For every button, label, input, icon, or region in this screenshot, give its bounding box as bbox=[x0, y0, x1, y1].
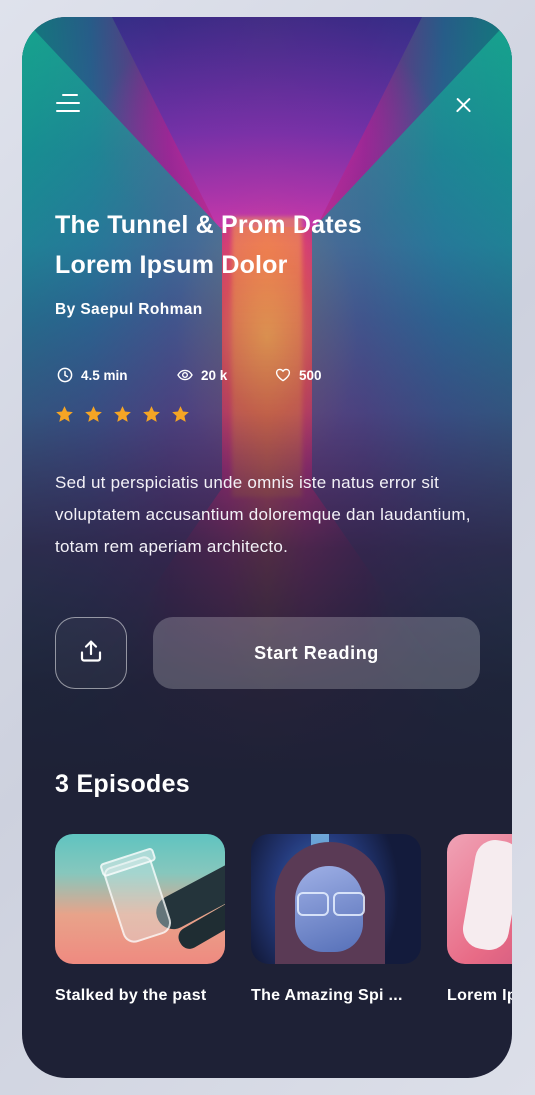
clock-icon bbox=[57, 367, 73, 383]
likes-value: 500 bbox=[299, 367, 322, 383]
start-reading-button[interactable]: Start Reading bbox=[153, 617, 480, 689]
episodes-heading: 3 Episodes bbox=[55, 770, 190, 798]
author-name: By Saepul Rohman bbox=[55, 301, 203, 318]
heart-icon bbox=[275, 367, 291, 383]
episode-title: Stalked by the past bbox=[55, 987, 207, 1004]
likes-stat: 500 bbox=[275, 367, 322, 383]
episode-thumbnail bbox=[55, 834, 225, 964]
star-icon bbox=[114, 406, 131, 422]
episode-card[interactable]: The Amazing Spi ... bbox=[251, 834, 421, 1005]
episode-thumbnail bbox=[251, 834, 421, 964]
read-time-stat: 4.5 min bbox=[57, 367, 128, 383]
phone-screen: The Tunnel & Prom Dates Lorem Ipsum Dolo… bbox=[22, 17, 512, 1078]
episodes-carousel[interactable]: Stalked by the past The Amazing Spi ... … bbox=[55, 834, 512, 1014]
read-time-value: 4.5 min bbox=[81, 367, 128, 383]
eye-icon bbox=[177, 367, 193, 383]
star-icon bbox=[85, 406, 102, 422]
star-icon bbox=[172, 406, 189, 422]
story-description: Sed ut perspiciatis unde omnis iste natu… bbox=[55, 473, 471, 556]
story-title-line-1: The Tunnel & Prom Dates bbox=[55, 211, 362, 239]
episode-card[interactable]: Stalked by the past bbox=[55, 834, 225, 1005]
menu-icon[interactable] bbox=[56, 92, 84, 116]
episode-title: Lorem Ipsum bbox=[447, 987, 512, 1004]
close-icon[interactable] bbox=[452, 93, 476, 117]
episode-card[interactable]: Lorem Ipsum bbox=[447, 834, 512, 1005]
story-title-line-2: Lorem Ipsum Dolor bbox=[55, 251, 288, 279]
upload-share-icon bbox=[77, 637, 105, 669]
share-button[interactable] bbox=[55, 617, 127, 689]
episode-title: The Amazing Spi ... bbox=[251, 987, 403, 1004]
views-stat: 20 k bbox=[177, 367, 227, 383]
story-title: The Tunnel & Prom Dates Lorem Ipsum Dolo… bbox=[55, 205, 455, 285]
rating-stars bbox=[55, 405, 190, 424]
star-icon bbox=[143, 406, 160, 422]
views-value: 20 k bbox=[201, 367, 228, 383]
star-icon bbox=[56, 406, 73, 422]
episode-thumbnail bbox=[447, 834, 512, 964]
